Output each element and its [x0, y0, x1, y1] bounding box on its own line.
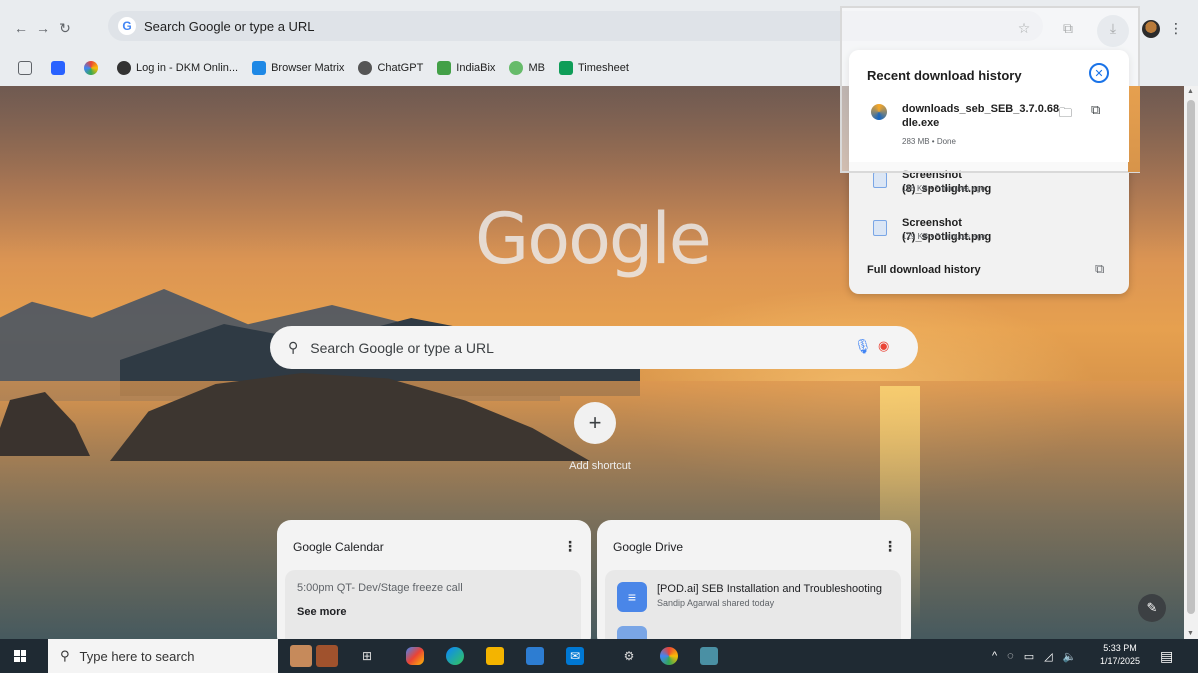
system-tray: ^ ◌ ▭ ◿ 🔈	[992, 639, 1076, 673]
bookmark-label: Timesheet	[577, 62, 629, 74]
microsoft-store-icon[interactable]	[526, 647, 544, 665]
chatgpt-icon	[358, 61, 373, 75]
highlight-strip	[1128, 86, 1140, 172]
back-icon[interactable]: ←	[10, 17, 32, 39]
bookmark-label: Log in - DKM Onlin...	[136, 62, 239, 74]
download-meta: 118 KB • 2 minutes ago	[902, 184, 986, 193]
bookmark-mb[interactable]: MB	[509, 61, 545, 75]
date: 1/17/2025	[1100, 656, 1141, 666]
file-explorer-icon[interactable]	[486, 647, 504, 665]
doc-title: [POD.ai] SEB Installation and Troublesho…	[657, 583, 883, 595]
file-icon	[873, 172, 887, 188]
scroll-thumb[interactable]	[1187, 100, 1195, 614]
event-text: 5:00pm QT- Dev/Stage freeze call	[297, 582, 463, 594]
card-menu-icon[interactable]: ⋮	[563, 538, 577, 555]
bookmark-chatgpt[interactable]: ChatGPT	[358, 61, 423, 75]
omnibox-placeholder: Search Google or type a URL	[144, 18, 315, 34]
reload-icon[interactable]: ↻	[54, 17, 76, 39]
drive-card: Google Drive ⋮ ≡ [POD.ai] SEB Installati…	[597, 520, 911, 639]
browser-matrix-icon	[252, 61, 267, 75]
add-shortcut-label: Add shortcut	[569, 460, 631, 472]
chevron-up-icon[interactable]: ^	[992, 650, 997, 662]
mail-icon[interactable]: ✉	[566, 647, 584, 665]
search-placeholder: Search Google or type a URL	[310, 339, 494, 356]
onedrive-icon[interactable]: ◌	[1007, 650, 1014, 662]
news-widget-icon[interactable]	[290, 645, 312, 667]
bookmark-colorful-icon[interactable]	[84, 61, 103, 75]
lens-icon[interactable]: ◉	[878, 338, 896, 356]
bookmark-timesheet[interactable]: Timesheet	[558, 61, 629, 75]
battery-icon[interactable]: ▭	[1024, 650, 1034, 663]
seb-app-icon	[871, 104, 887, 120]
app-icon[interactable]	[700, 647, 718, 665]
edge-icon[interactable]	[446, 647, 464, 665]
scroll-down-icon[interactable]: ▼	[1187, 630, 1194, 637]
bookmark-label: IndiaBix	[456, 62, 496, 74]
card-title: Google Calendar	[293, 540, 384, 554]
download-meta: 283 MB • Done	[902, 137, 956, 146]
search-icon: ⚲	[60, 648, 70, 663]
download-panel-title: Recent download history	[867, 68, 1022, 83]
bookmark-dkm[interactable]: Log in - DKM Onlin...	[117, 61, 238, 75]
calendar-card: Google Calendar ⋮ 5:00pm QT- Dev/Stage f…	[277, 520, 591, 639]
volume-icon[interactable]: 🔈	[1063, 650, 1077, 663]
google-icon: G	[118, 17, 136, 35]
full-download-history-link[interactable]: Full download history	[867, 264, 981, 276]
calendar-event[interactable]: 5:00pm QT- Dev/Stage freeze call See mor…	[285, 570, 581, 639]
bookmark-s-icon[interactable]	[51, 61, 70, 75]
see-more-link[interactable]: See more	[297, 606, 347, 618]
add-shortcut-button[interactable]: +	[574, 402, 616, 444]
windows-taskbar: ⚲ Type here to search ⊞ ✉ ⚙ ^ ◌ ▭ ◿ 🔈 5:…	[0, 639, 1198, 673]
card-menu-icon[interactable]: ⋮	[883, 538, 897, 555]
news-widget-icon[interactable]	[316, 645, 338, 667]
copilot-icon[interactable]	[406, 647, 424, 665]
bookmark-label: ChatGPT	[377, 62, 424, 74]
apps-icon[interactable]	[18, 61, 37, 75]
ntp-search-input[interactable]: ⚲ Search Google or type a URL 🎙 ◉	[270, 326, 918, 369]
menu-kebab-icon[interactable]: ⋮	[1166, 18, 1186, 38]
clock[interactable]: 5:33 PM 1/17/2025	[1100, 642, 1140, 668]
windows-start-icon[interactable]	[14, 650, 26, 662]
scroll-up-icon[interactable]: ▲	[1187, 88, 1194, 95]
search-icon: ⚲	[288, 339, 299, 355]
globe-icon	[117, 61, 131, 75]
indiabix-icon	[437, 61, 452, 75]
avatar[interactable]	[1142, 20, 1160, 38]
taskbar-search-input[interactable]: ⚲ Type here to search	[48, 639, 278, 673]
bookmark-indiabix[interactable]: IndiaBix	[437, 61, 495, 75]
time: 5:33 PM	[1103, 643, 1137, 653]
bookmark-label: Browser Matrix	[271, 62, 345, 74]
scrollbar[interactable]: ▲ ▼	[1184, 86, 1198, 639]
microphone-icon[interactable]: 🎙	[854, 338, 872, 356]
mb-icon	[509, 61, 524, 75]
settings-gear-icon[interactable]: ⚙	[620, 647, 638, 665]
drive-file[interactable]: ≡ [POD.ai] SEB Installation and Troubles…	[605, 570, 901, 639]
file-icon	[873, 220, 887, 236]
network-icon[interactable]: ◿	[1044, 650, 1052, 663]
google-logo: Google	[475, 198, 712, 280]
chrome-icon[interactable]	[660, 647, 678, 665]
doc-subtitle: Sandip Agarwal shared today	[657, 598, 775, 608]
taskbar-search-placeholder: Type here to search	[79, 648, 195, 664]
notifications-icon[interactable]: ▤	[1160, 648, 1176, 664]
close-icon[interactable]: ✕	[1089, 63, 1109, 83]
bookmark-label: MB	[528, 62, 545, 74]
download-filename: downloads_seb_SEB_3.7.0.68 dle.exe	[902, 103, 1060, 129]
docs-icon	[617, 626, 647, 639]
task-view-icon[interactable]: ⊞	[358, 647, 376, 665]
open-external-icon[interactable]: ⧉	[1091, 102, 1100, 118]
forward-icon[interactable]: →	[32, 17, 54, 39]
bookmark-browser-matrix[interactable]: Browser Matrix	[252, 61, 344, 75]
open-external-icon[interactable]: ⧉	[1095, 261, 1104, 277]
download-meta: 129 KB • 5 minutes ago	[902, 232, 986, 241]
download-panel-top: Recent download history ✕ downloads_seb_…	[849, 50, 1129, 162]
customize-pencil-icon[interactable]: ✎	[1138, 594, 1166, 622]
timesheet-icon	[558, 61, 573, 75]
folder-icon[interactable]: 🗀	[1059, 104, 1072, 126]
docs-icon: ≡	[617, 582, 647, 612]
card-title: Google Drive	[613, 540, 684, 554]
